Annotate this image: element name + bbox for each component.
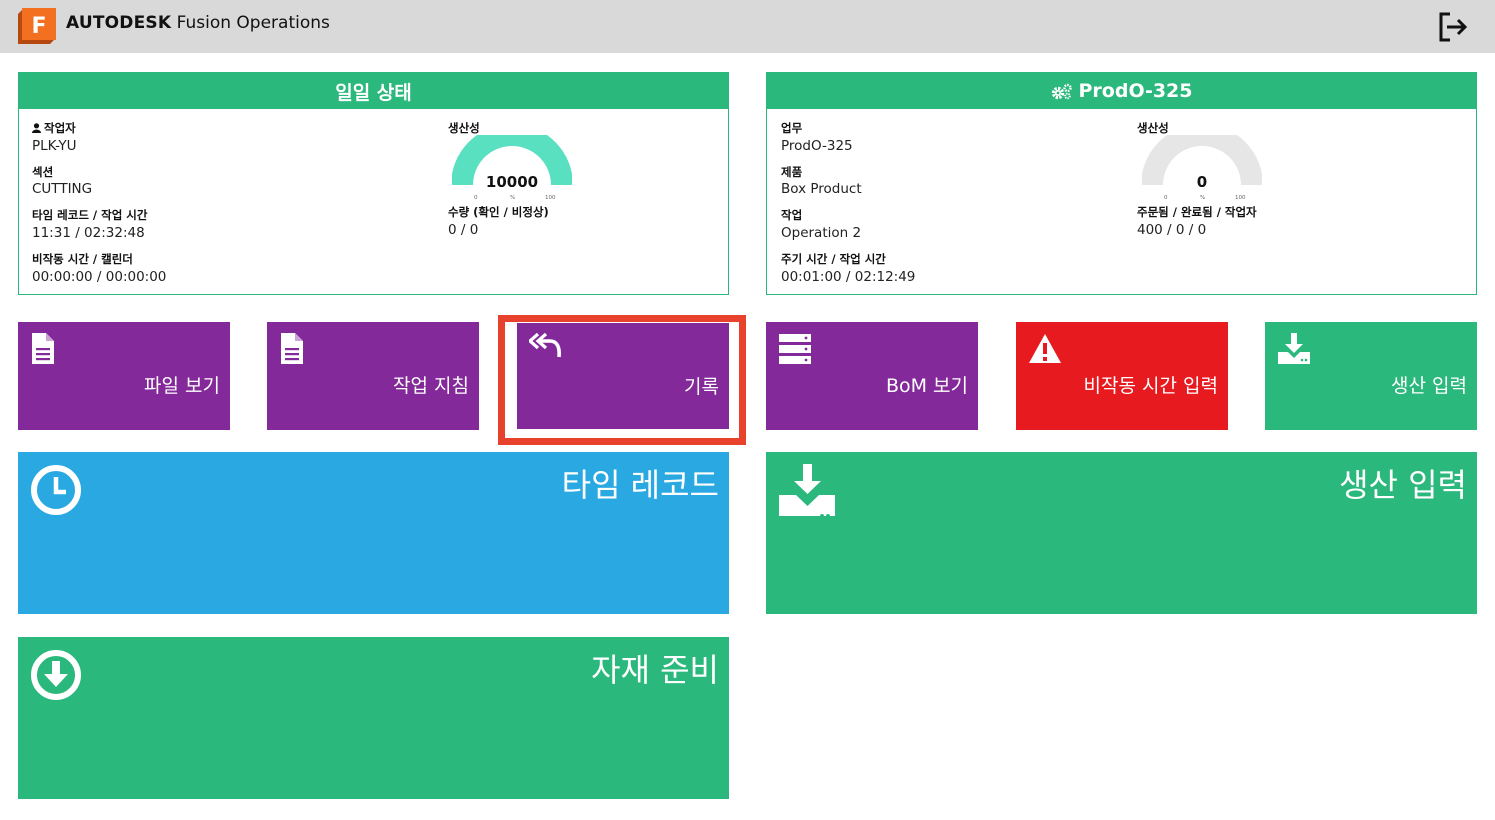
arrow-circle-down-icon: [31, 650, 81, 700]
history-label: 기록: [684, 376, 719, 398]
product-label: 제품: [781, 165, 803, 179]
material-prep-label: 자재 준비: [591, 651, 719, 689]
productivity-gauge: 0 % 100: [452, 135, 572, 201]
ordered-value: 400 / 0 / 0: [1137, 222, 1207, 238]
work-instructions-label: 작업 지침: [393, 375, 469, 397]
time-record-value: 11:31 / 02:32:48: [32, 225, 145, 241]
order-productivity-gauge: 0 % 100: [1142, 135, 1262, 201]
svg-text:F: F: [31, 14, 46, 39]
section-label: 섹션: [32, 165, 54, 179]
cycle-time-value: 00:01:00 / 02:12:49: [781, 269, 916, 285]
order-productivity-label: 생산성: [1137, 121, 1169, 135]
time-record-button[interactable]: 타임 레코드: [18, 452, 729, 614]
download-icon: [779, 464, 835, 516]
order-panel-title-text: ProdO-325: [1078, 80, 1193, 102]
bom-view-label: BoM 보기: [885, 375, 968, 397]
bom-view-button[interactable]: BoM 보기: [766, 322, 978, 430]
svg-text:100: 100: [1235, 195, 1246, 201]
production-entry-big-label: 생산 입력: [1339, 466, 1467, 504]
operator-value: PLK-YU: [32, 138, 77, 154]
productivity-label: 생산성: [448, 121, 480, 135]
file-icon: [32, 333, 54, 364]
svg-text:100: 100: [545, 195, 556, 201]
svg-text:0: 0: [474, 195, 478, 201]
file-view-label: 파일 보기: [144, 375, 220, 397]
ordered-label: 주문됨 / 완료됨 / 작업자: [1137, 205, 1257, 219]
user-icon: [32, 123, 41, 133]
operator-label: 작업자: [32, 120, 76, 136]
order-panel: ProdO-325 업무 ProdO-325 제품 Box Product 작업…: [766, 72, 1477, 295]
history-button[interactable]: 기록: [517, 323, 729, 429]
file-icon: [281, 333, 303, 364]
brand-bold: AUTODESK: [66, 13, 172, 33]
warning-icon: [1029, 334, 1061, 363]
svg-text:0: 0: [1164, 195, 1168, 201]
clock-icon: [31, 465, 81, 515]
daily-status-title-text: 일일 상태: [335, 81, 412, 104]
order-panel-title: ProdO-325: [767, 73, 1476, 109]
production-entry-big-button[interactable]: 생산 입력: [766, 452, 1477, 614]
brand-rest: Fusion Operations: [176, 13, 330, 33]
server-icon: [779, 334, 811, 364]
fusion-logo-icon: F: [18, 8, 56, 44]
file-view-button[interactable]: 파일 보기: [18, 322, 230, 430]
downtime-entry-button[interactable]: 비작동 시간 입력: [1016, 322, 1228, 430]
product-value: Box Product: [781, 181, 862, 197]
reply-all-icon: [529, 332, 561, 358]
order-productivity-value: 0: [1196, 173, 1208, 191]
quantity-value: 0 / 0: [448, 222, 479, 238]
downtime-label: 비작동 시간 / 캘린더: [32, 252, 133, 266]
cycle-time-label: 주기 시간 / 작업 시간: [781, 252, 886, 266]
production-entry-label: 생산 입력: [1391, 375, 1467, 397]
svg-text:%: %: [510, 195, 515, 201]
cogs-icon: [1051, 83, 1072, 99]
downtime-entry-label: 비작동 시간 입력: [1083, 375, 1218, 397]
top-bar: F AUTODESK Fusion Operations: [0, 0, 1495, 53]
productivity-value: 10000: [485, 173, 539, 191]
material-prep-button[interactable]: 자재 준비: [18, 637, 729, 799]
brand-title: AUTODESK Fusion Operations: [66, 13, 330, 33]
svg-text:%: %: [1200, 195, 1205, 201]
daily-status-panel: 일일 상태 작업자 PLK-YU 섹션 CUTTING 타임 레코드 / 작업 …: [18, 72, 729, 295]
operation-value: Operation 2: [781, 225, 862, 241]
operator-label-text: 작업자: [44, 121, 76, 135]
time-record-label: 타임 레코드 / 작업 시간: [32, 208, 148, 222]
task-label: 업무: [781, 121, 803, 135]
section-value: CUTTING: [32, 181, 93, 197]
time-record-label: 타임 레코드: [561, 466, 719, 504]
task-value: ProdO-325: [781, 138, 853, 154]
quantity-label: 수량 (확인 / 비정상): [448, 205, 549, 219]
production-entry-button[interactable]: 생산 입력: [1265, 322, 1477, 430]
download-icon: [1278, 333, 1310, 364]
logout-icon[interactable]: [1436, 11, 1470, 43]
daily-status-title: 일일 상태: [19, 73, 728, 109]
work-instructions-button[interactable]: 작업 지침: [267, 322, 479, 430]
operation-label: 작업: [781, 208, 803, 222]
downtime-value: 00:00:00 / 00:00:00: [32, 269, 167, 285]
